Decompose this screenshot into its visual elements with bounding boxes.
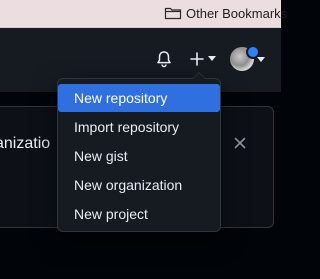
- bell-icon[interactable]: [155, 50, 173, 68]
- close-icon[interactable]: [232, 135, 248, 151]
- other-bookmarks-label[interactable]: Other Bookmarks: [186, 6, 287, 21]
- banner-text: anizatio: [0, 135, 51, 152]
- create-new-dropdown: New repository Import repository New gis…: [57, 72, 221, 232]
- menu-item-new-repository[interactable]: New repository: [58, 84, 220, 112]
- menu-item-import-repository[interactable]: Import repository: [58, 113, 220, 141]
- folder-icon[interactable]: [164, 6, 182, 20]
- caret-down-icon: [257, 57, 265, 62]
- menu-item-new-project[interactable]: New project: [58, 200, 220, 228]
- caret-down-icon: [208, 56, 216, 61]
- user-menu-button[interactable]: [229, 45, 269, 73]
- bookmarks-bar: Other Bookmarks: [0, 0, 287, 28]
- menu-item-new-gist[interactable]: New gist: [58, 142, 220, 170]
- plus-icon: [190, 52, 204, 66]
- create-new-button[interactable]: [186, 48, 220, 70]
- dropdown-caret: [192, 72, 206, 79]
- menu-item-new-organization[interactable]: New organization: [58, 171, 220, 199]
